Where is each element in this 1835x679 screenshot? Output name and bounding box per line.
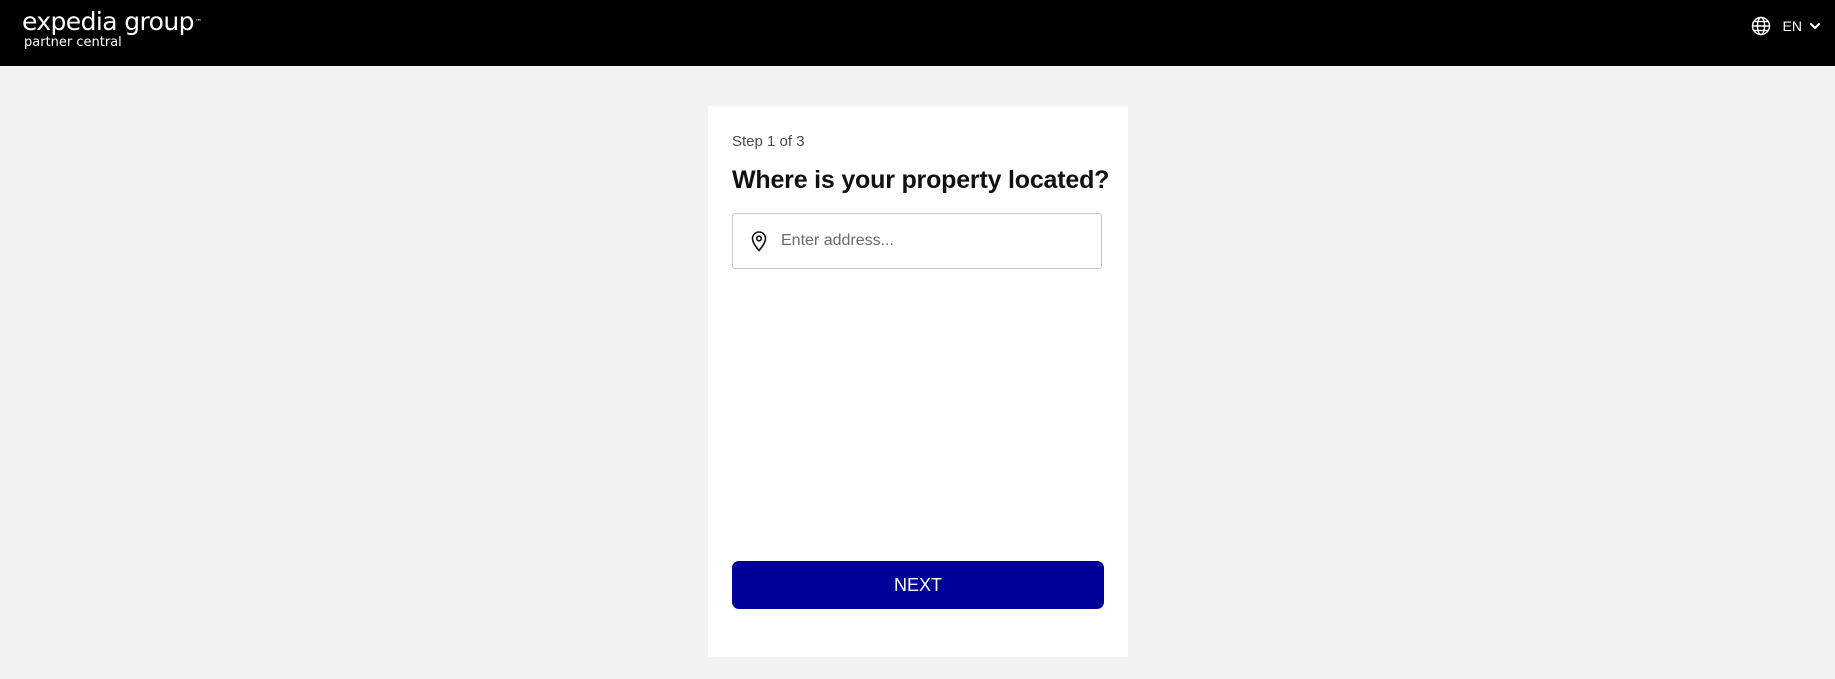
step-indicator: Step 1 of 3 <box>732 133 805 150</box>
address-field[interactable] <box>732 213 1102 269</box>
page-title: Where is your property located? <box>732 166 1110 194</box>
expedia-group-logo[interactable]: expedia group™ partner central <box>22 7 202 50</box>
address-input[interactable] <box>781 214 1091 268</box>
property-location-card: Step 1 of 3 Where is your property locat… <box>708 106 1128 657</box>
next-button[interactable]: NEXT <box>732 561 1104 609</box>
language-selector[interactable]: EN <box>1751 14 1821 38</box>
logo-wordmark: expedia group™ <box>22 7 202 37</box>
logo-wordmark-text: expedia group <box>22 7 194 36</box>
logo-subtitle: partner central <box>24 35 122 50</box>
logo-trademark: ™ <box>194 18 202 26</box>
top-navigation-bar: expedia group™ partner central EN <box>0 0 1835 66</box>
globe-icon <box>1751 16 1771 36</box>
location-pin-icon <box>749 230 769 257</box>
chevron-down-icon <box>1809 20 1821 32</box>
language-label: EN <box>1782 18 1802 34</box>
